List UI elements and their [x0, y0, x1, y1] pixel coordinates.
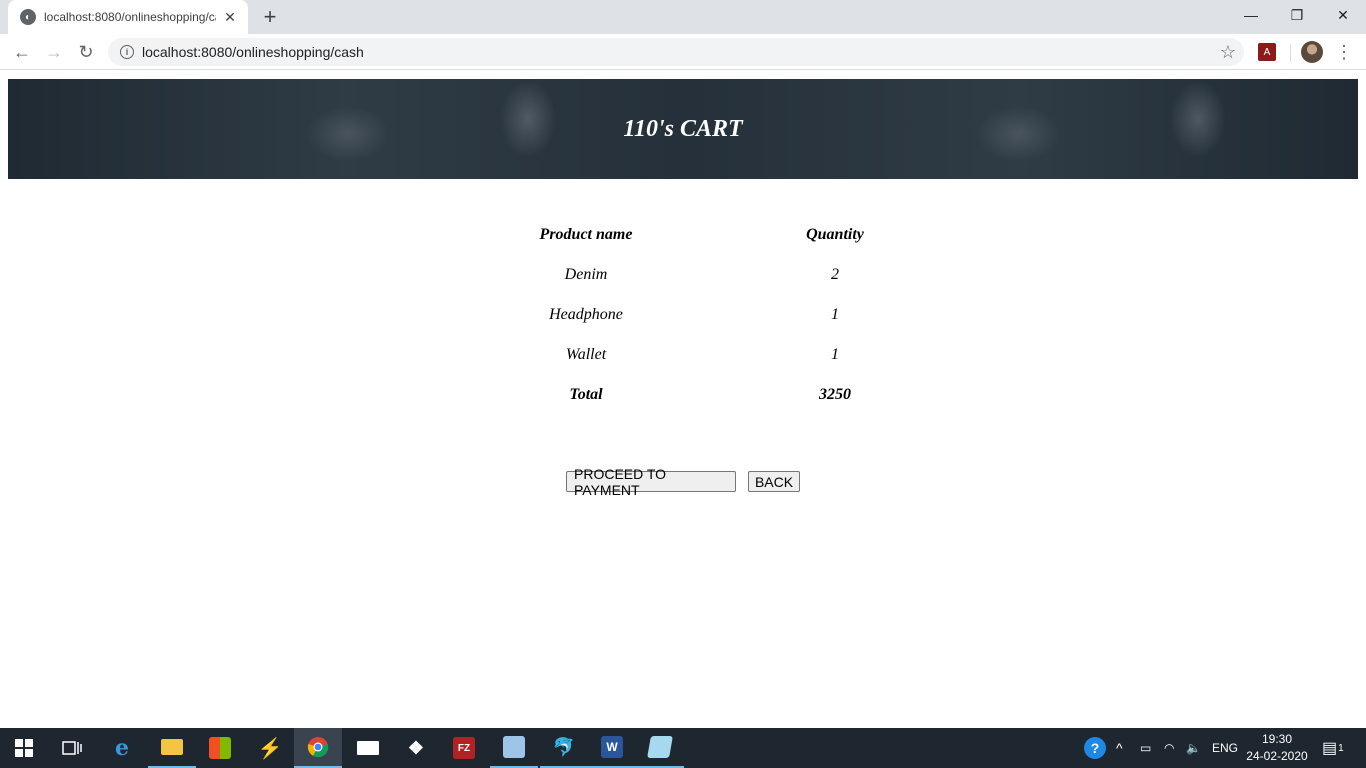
microsoft-store-icon[interactable]: [196, 728, 244, 768]
toolbar-separator: [1290, 44, 1291, 62]
profile-avatar[interactable]: [1301, 41, 1323, 63]
bookmark-star-icon[interactable]: ☆: [1220, 42, 1236, 62]
tab-title: localhost:8080/onlineshopping/cash: [44, 10, 216, 24]
task-view-icon[interactable]: [48, 728, 96, 768]
word-icon[interactable]: W: [588, 728, 636, 768]
volume-icon[interactable]: 🔈: [1186, 728, 1201, 768]
table-row: Headphone 1: [0, 295, 1366, 335]
total-value: 3250: [819, 386, 851, 403]
window-close-icon[interactable]: ✕: [1320, 0, 1366, 30]
show-hidden-icons[interactable]: ^: [1116, 728, 1123, 768]
proceed-to-payment-button[interactable]: PROCEED TO PAYMENT: [566, 466, 736, 498]
notifications-icon[interactable]: ▤ 1: [1322, 728, 1344, 768]
table-row: Wallet 1: [0, 335, 1366, 375]
product-name-cell: Denim: [564, 266, 608, 283]
clock-time: 19:30: [1261, 732, 1293, 746]
site-info-icon[interactable]: i: [120, 45, 134, 59]
visual-studio-code-icon[interactable]: ⚡: [246, 728, 294, 768]
cart-banner: 110's CART: [8, 79, 1358, 179]
table-total-row: Total 3250: [0, 375, 1366, 415]
mysql-workbench-icon[interactable]: 🐬: [540, 728, 588, 768]
notification-count: 1: [1338, 742, 1344, 754]
filezilla-icon[interactable]: FZ: [440, 728, 488, 768]
box-icon[interactable]: [490, 728, 538, 768]
notepad-icon[interactable]: [636, 728, 684, 768]
reload-icon[interactable]: ↻: [72, 38, 100, 66]
mail-icon[interactable]: [344, 728, 392, 768]
quantity-cell: 2: [831, 266, 839, 283]
table-row: Denim 2: [0, 255, 1366, 295]
chrome-icon[interactable]: [294, 728, 342, 768]
edge-browser-icon[interactable]: e: [98, 728, 146, 768]
globe-icon: ◐: [20, 9, 36, 25]
browser-tab[interactable]: ◐ localhost:8080/onlineshopping/cash ✕: [8, 0, 248, 34]
quantity-cell: 1: [831, 346, 839, 363]
back-arrow-icon[interactable]: ←: [8, 38, 36, 66]
windows-start-icon[interactable]: [0, 728, 48, 768]
clock[interactable]: 19:30 24-02-2020: [1240, 731, 1314, 765]
header-product-name: Product name: [539, 226, 633, 243]
file-explorer-icon[interactable]: [148, 728, 196, 768]
language-indicator[interactable]: ENG: [1212, 728, 1238, 768]
header-quantity: Quantity: [806, 226, 864, 243]
address-bar[interactable]: i localhost:8080/onlineshopping/cash ☆: [108, 38, 1244, 66]
restore-icon[interactable]: ❐: [1274, 0, 1320, 30]
back-button[interactable]: BACK: [748, 471, 800, 492]
windows-taskbar: e ⚡ ❖ FZ 🐬 W ? ^ ▭ ◠ 🔈 ENG 19:30 24-02-2…: [0, 728, 1366, 768]
table-header-row: Product name Quantity: [0, 215, 1366, 255]
forward-arrow-icon[interactable]: →: [40, 38, 68, 66]
quantity-cell: 1: [831, 306, 839, 323]
product-name-cell: Headphone: [549, 306, 623, 323]
clock-date: 24-02-2020: [1246, 749, 1308, 763]
page-viewport: 110's CART Product name Quantity Denim 2…: [0, 71, 1366, 728]
dropbox-icon[interactable]: ❖: [392, 728, 440, 768]
tab-strip: ◐ localhost:8080/onlineshopping/cash ✕ +…: [0, 0, 1366, 34]
new-tab-icon[interactable]: +: [258, 5, 282, 29]
browser-toolbar: ← → ↻ i localhost:8080/onlineshopping/ca…: [0, 34, 1366, 70]
pdf-extension-icon[interactable]: A: [1258, 43, 1276, 61]
url-text: localhost:8080/onlineshopping/cash: [142, 44, 364, 60]
page-title: 110's CART: [623, 115, 743, 142]
tab-close-icon[interactable]: ✕: [222, 9, 238, 25]
total-label: Total: [569, 386, 603, 403]
minimize-icon[interactable]: —: [1228, 0, 1274, 30]
help-icon[interactable]: ?: [1084, 728, 1106, 768]
browser-menu-icon[interactable]: ⋮: [1334, 41, 1354, 63]
battery-icon[interactable]: ▭: [1140, 728, 1151, 768]
product-name-cell: Wallet: [565, 346, 607, 363]
wifi-icon[interactable]: ◠: [1164, 728, 1174, 768]
